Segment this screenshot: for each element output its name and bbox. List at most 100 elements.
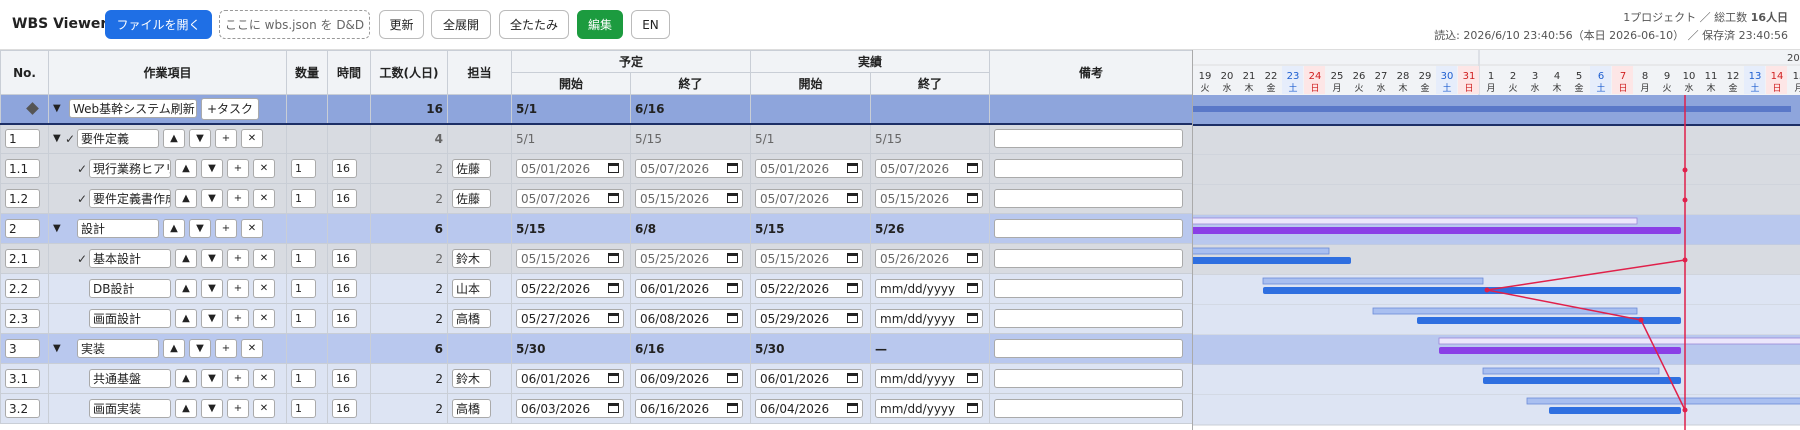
row-down-button[interactable]: ▼: [189, 129, 211, 149]
time-input[interactable]: 16: [332, 279, 357, 298]
row-down-button[interactable]: ▼: [201, 309, 223, 328]
calendar-icon[interactable]: [847, 402, 859, 416]
owner-input[interactable]: 佐藤: [452, 189, 491, 208]
row-add-button[interactable]: +: [227, 159, 249, 178]
plan-end-date-input[interactable]: 05/25/2026: [635, 249, 743, 268]
calendar-icon[interactable]: [847, 372, 859, 386]
row-add-button[interactable]: +: [227, 399, 249, 418]
calendar-icon[interactable]: [727, 282, 738, 296]
collapse-toggle-icon[interactable]: ▼: [53, 343, 65, 354]
collapse-toggle-icon[interactable]: ▼: [53, 223, 65, 234]
plan-end-date-input[interactable]: 06/09/2026: [635, 369, 743, 388]
row-down-button[interactable]: ▼: [201, 279, 223, 298]
calendar-icon[interactable]: [967, 282, 979, 296]
row-up-button[interactable]: ▲: [175, 309, 197, 328]
qty-input[interactable]: 1: [291, 399, 316, 418]
actual-start-date-input[interactable]: 05/15/2026: [755, 249, 864, 268]
calendar-icon[interactable]: [727, 162, 738, 176]
row-up-button[interactable]: ▲: [175, 369, 197, 388]
calendar-icon[interactable]: [727, 402, 738, 416]
drop-zone[interactable]: ここに wbs.json を D&D: [219, 10, 370, 39]
plan-start-date-input[interactable]: 06/03/2026: [516, 399, 624, 418]
row-no-input[interactable]: 2.3: [5, 309, 40, 328]
qty-input[interactable]: 1: [291, 369, 316, 388]
row-add-button[interactable]: +: [227, 309, 249, 328]
calendar-icon[interactable]: [967, 192, 979, 206]
plan-start-date-input[interactable]: 05/15/2026: [516, 249, 624, 268]
time-input[interactable]: 16: [332, 159, 357, 178]
qty-input[interactable]: 1: [291, 189, 316, 208]
owner-input[interactable]: 高橋: [452, 399, 491, 418]
note-input[interactable]: [994, 249, 1184, 268]
row-down-button[interactable]: ▼: [189, 219, 211, 238]
row-name-input[interactable]: DB設計: [89, 279, 171, 298]
row-up-button[interactable]: ▲: [163, 219, 185, 238]
row-add-button[interactable]: +: [215, 339, 237, 358]
plan-end-date-input[interactable]: 06/01/2026: [635, 279, 743, 298]
collapse-all-button[interactable]: 全たたみ: [499, 10, 569, 39]
row-no-input[interactable]: 3.1: [5, 369, 40, 388]
actual-end-date-input[interactable]: mm/dd/yyyy: [875, 399, 984, 418]
plan-start-date-input[interactable]: 05/22/2026: [516, 279, 624, 298]
note-input[interactable]: [994, 219, 1184, 238]
calendar-icon[interactable]: [847, 162, 859, 176]
row-no-input[interactable]: 2.2: [5, 279, 40, 298]
calendar-icon[interactable]: [727, 192, 738, 206]
time-input[interactable]: 16: [332, 189, 357, 208]
plan-end-date-input[interactable]: 06/16/2026: [635, 399, 743, 418]
row-add-button[interactable]: +: [227, 369, 249, 388]
row-no-input[interactable]: 2: [5, 219, 40, 238]
actual-start-date-input[interactable]: 05/01/2026: [755, 159, 864, 178]
collapse-toggle-icon[interactable]: ▼: [53, 133, 65, 144]
time-input[interactable]: 16: [332, 399, 357, 418]
row-up-button[interactable]: ▲: [163, 339, 185, 358]
row-down-button[interactable]: ▼: [201, 249, 223, 268]
note-input[interactable]: [994, 129, 1184, 149]
qty-input[interactable]: 1: [291, 279, 316, 298]
row-name-input[interactable]: 実装: [77, 339, 159, 358]
owner-input[interactable]: 鈴木: [452, 249, 491, 268]
language-button[interactable]: EN: [631, 10, 670, 39]
calendar-icon[interactable]: [608, 192, 619, 206]
row-del-button[interactable]: ✕: [253, 279, 275, 298]
calendar-icon[interactable]: [608, 252, 619, 266]
calendar-icon[interactable]: [967, 312, 979, 326]
actual-end-date-input[interactable]: mm/dd/yyyy: [875, 279, 984, 298]
row-del-button[interactable]: ✕: [253, 249, 275, 268]
qty-input[interactable]: 1: [291, 249, 316, 268]
row-up-button[interactable]: ▲: [175, 249, 197, 268]
actual-start-date-input[interactable]: 06/04/2026: [755, 399, 864, 418]
project-name-input[interactable]: Web基幹システム刷新: [69, 99, 197, 119]
row-add-button[interactable]: +: [227, 189, 249, 208]
row-del-button[interactable]: ✕: [241, 129, 263, 149]
collapse-toggle-icon[interactable]: ▼: [53, 103, 65, 114]
time-input[interactable]: 16: [332, 369, 357, 388]
qty-input[interactable]: 1: [291, 309, 316, 328]
row-down-button[interactable]: ▼: [201, 399, 223, 418]
row-up-button[interactable]: ▲: [175, 399, 197, 418]
calendar-icon[interactable]: [847, 192, 859, 206]
add-task-button[interactable]: +タスク: [201, 97, 260, 120]
plan-start-date-input[interactable]: 06/01/2026: [516, 369, 624, 388]
row-del-button[interactable]: ✕: [241, 219, 263, 238]
actual-end-date-input[interactable]: mm/dd/yyyy: [875, 309, 984, 328]
actual-start-date-input[interactable]: 05/07/2026: [755, 189, 864, 208]
actual-start-date-input[interactable]: 05/29/2026: [755, 309, 864, 328]
note-input[interactable]: [994, 399, 1184, 418]
note-input[interactable]: [994, 279, 1184, 298]
row-down-button[interactable]: ▼: [189, 339, 211, 358]
row-del-button[interactable]: ✕: [253, 159, 275, 178]
row-del-button[interactable]: ✕: [241, 339, 263, 358]
note-input[interactable]: [994, 369, 1184, 388]
refresh-button[interactable]: 更新: [379, 10, 424, 39]
plan-start-date-input[interactable]: 05/27/2026: [516, 309, 624, 328]
owner-input[interactable]: 佐藤: [452, 159, 491, 178]
calendar-icon[interactable]: [967, 162, 979, 176]
calendar-icon[interactable]: [608, 372, 619, 386]
note-input[interactable]: [994, 309, 1184, 328]
note-input[interactable]: [994, 189, 1184, 208]
row-down-button[interactable]: ▼: [201, 159, 223, 178]
actual-end-date-input[interactable]: mm/dd/yyyy: [875, 369, 984, 388]
plan-start-date-input[interactable]: 05/07/2026: [516, 189, 624, 208]
calendar-icon[interactable]: [608, 162, 619, 176]
